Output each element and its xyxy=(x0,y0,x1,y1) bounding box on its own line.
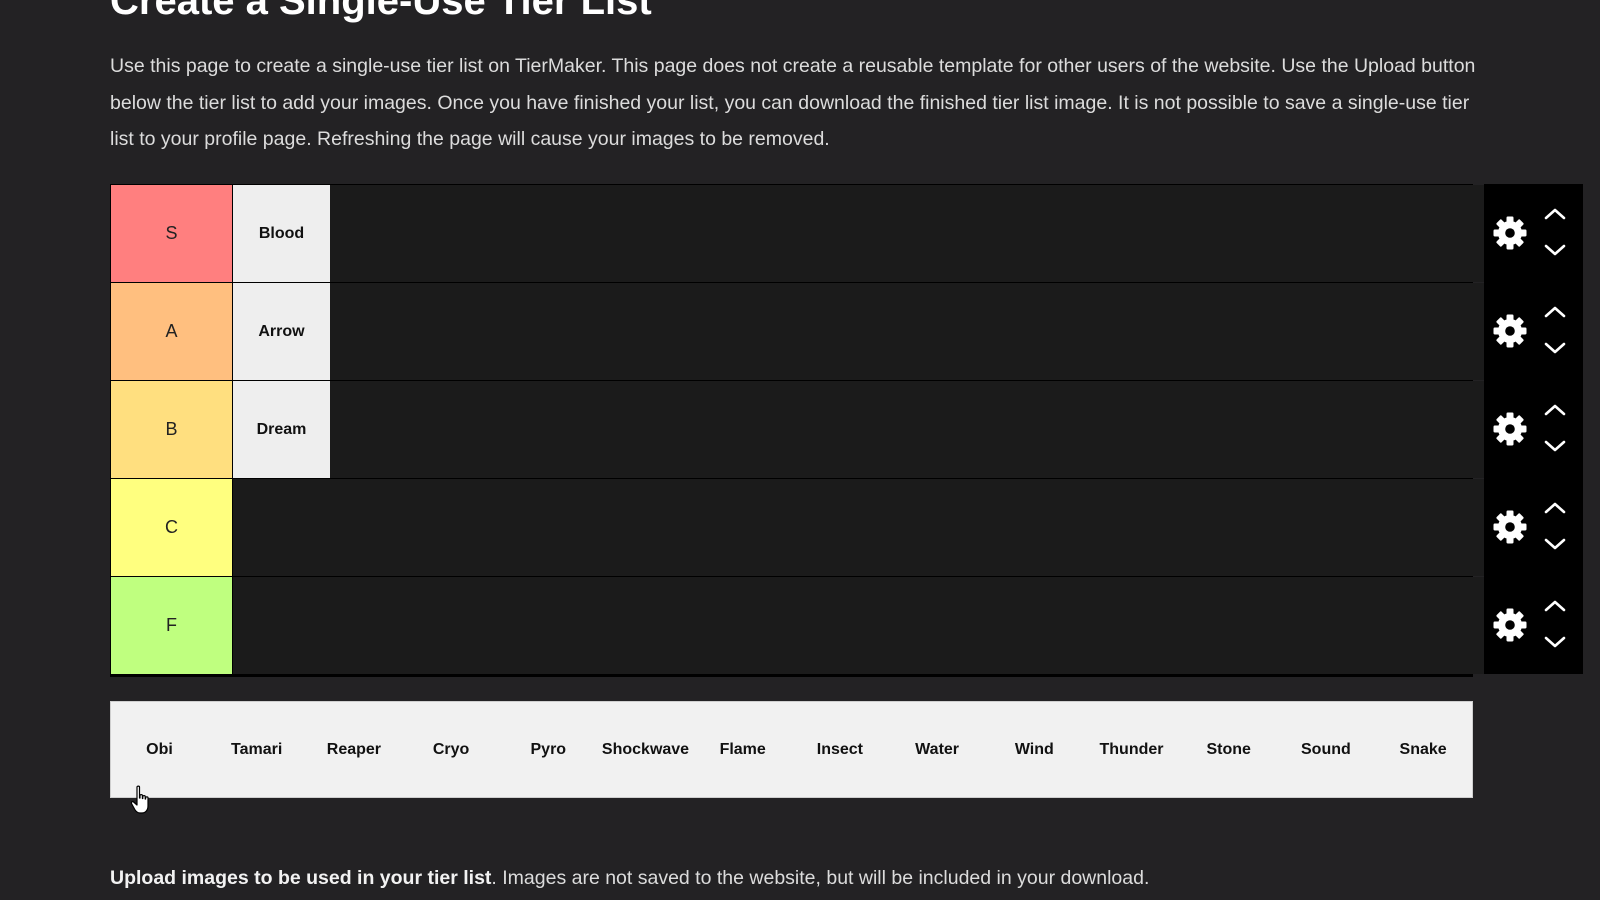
tier-drop-zone[interactable]: Dream xyxy=(233,381,1485,478)
tier-label[interactable]: C xyxy=(111,479,232,576)
tier-label[interactable]: A xyxy=(111,283,232,380)
tier-item[interactable]: Blood xyxy=(233,185,330,282)
tier-row: S Blood xyxy=(110,184,1583,282)
bank-item[interactable]: Wind xyxy=(986,702,1083,797)
chevron-down-icon[interactable] xyxy=(1542,242,1568,258)
page-title: Create a Single-Use Tier List xyxy=(110,0,652,23)
chevron-up-icon[interactable] xyxy=(1542,304,1568,320)
chevron-down-icon[interactable] xyxy=(1542,634,1568,650)
tier-controls xyxy=(1484,184,1583,282)
tier-item[interactable]: Arrow xyxy=(233,283,330,380)
bank-item[interactable]: Snake xyxy=(1375,702,1472,797)
tier-row: A Arrow xyxy=(110,282,1583,380)
tier-row: C xyxy=(110,478,1583,576)
tier-drop-zone[interactable]: Blood xyxy=(233,185,1485,282)
tier-list-table: S Blood A Arrow B Dream C F xyxy=(110,184,1583,677)
tier-drop-zone[interactable]: Arrow xyxy=(233,283,1485,380)
intro-text: Use this page to create a single-use tie… xyxy=(110,55,1476,150)
upload-note: Upload images to be used in your tier li… xyxy=(110,864,1490,892)
gear-icon[interactable] xyxy=(1492,509,1528,545)
gear-icon[interactable] xyxy=(1492,411,1528,447)
tier-controls xyxy=(1484,282,1583,380)
tier-controls xyxy=(1484,478,1583,576)
tier-label[interactable]: F xyxy=(111,577,232,674)
tier-item[interactable]: Dream xyxy=(233,381,330,478)
chevron-up-icon[interactable] xyxy=(1542,402,1568,418)
bank-item[interactable]: Pyro xyxy=(500,702,597,797)
bank-item[interactable]: Water xyxy=(889,702,986,797)
item-bank[interactable]: Obi Tamari Reaper Cryo Pyro Shockwave Flame Ins… xyxy=(110,701,1473,798)
bank-item[interactable]: Tamari xyxy=(208,702,305,797)
bank-item[interactable]: Flame xyxy=(694,702,791,797)
tier-controls xyxy=(1484,576,1583,674)
bank-item[interactable]: Stone xyxy=(1180,702,1277,797)
upload-note-rest: . Images are not saved to the website, b… xyxy=(491,867,1150,889)
bank-item[interactable]: Shockwave xyxy=(597,702,694,797)
chevron-up-icon[interactable] xyxy=(1542,598,1568,614)
upload-note-bold: Upload images to be used in your tier li… xyxy=(110,867,492,889)
tier-label[interactable]: S xyxy=(111,185,232,282)
tier-row: B Dream xyxy=(110,380,1583,478)
tier-row: F xyxy=(110,576,1583,674)
chevron-up-icon[interactable] xyxy=(1542,500,1568,516)
tier-label[interactable]: B xyxy=(111,381,232,478)
bank-item[interactable]: Cryo xyxy=(403,702,500,797)
tier-controls xyxy=(1484,380,1583,478)
tier-drop-zone[interactable] xyxy=(233,577,1485,674)
tier-drop-zone[interactable] xyxy=(233,479,1485,576)
gear-icon[interactable] xyxy=(1492,313,1528,349)
chevron-down-icon[interactable] xyxy=(1542,438,1568,454)
chevron-up-icon[interactable] xyxy=(1542,206,1568,222)
bank-item[interactable]: Sound xyxy=(1277,702,1374,797)
bank-item[interactable]: Insect xyxy=(791,702,888,797)
bank-item[interactable]: Reaper xyxy=(305,702,402,797)
chevron-down-icon[interactable] xyxy=(1542,536,1568,552)
bank-item[interactable]: Thunder xyxy=(1083,702,1180,797)
bank-item[interactable]: Obi xyxy=(111,702,208,797)
gear-icon[interactable] xyxy=(1492,215,1528,251)
gear-icon[interactable] xyxy=(1492,607,1528,643)
chevron-down-icon[interactable] xyxy=(1542,340,1568,356)
